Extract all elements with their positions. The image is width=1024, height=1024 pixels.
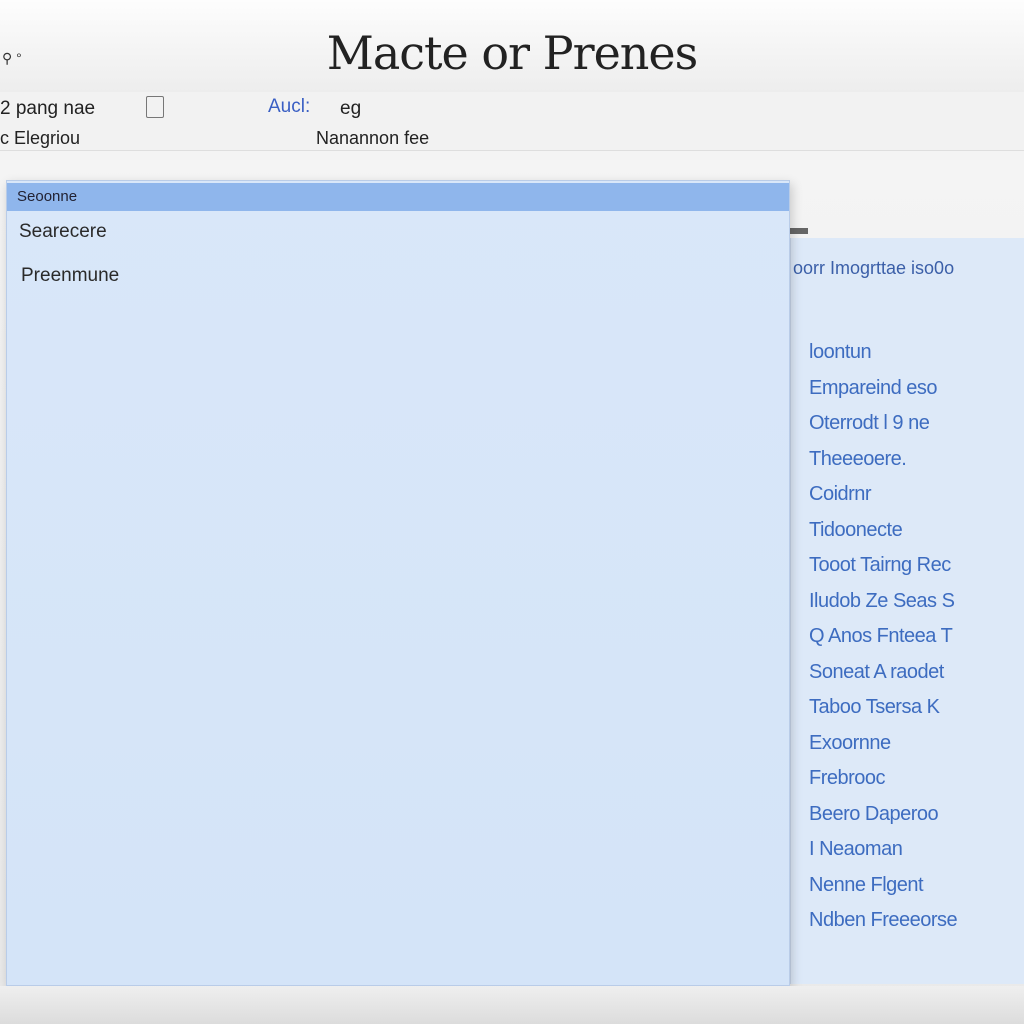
side-list-item[interactable]: I Neaoman — [809, 833, 957, 869]
document-icon[interactable] — [146, 96, 164, 118]
side-list-item[interactable]: Soneat A raodet — [809, 656, 957, 692]
main-list-panel: Seoonne Searecere Preenmune — [6, 180, 790, 986]
side-list-item[interactable]: Tooot Tairng Rec — [809, 549, 957, 585]
toolbar-item-eg[interactable]: eg — [340, 98, 361, 120]
side-list-item[interactable]: Taboo Tsersa K — [809, 691, 957, 727]
side-list-item[interactable]: Frebrooc — [809, 762, 957, 798]
side-list-item[interactable]: Coidrnr — [809, 478, 957, 514]
side-list-item[interactable]: Q Anos Fnteea T — [809, 620, 957, 656]
toolbar-item-auto[interactable]: Aucl: — [268, 96, 310, 118]
list-item-selected[interactable]: Seoonne — [7, 183, 789, 211]
side-list-item[interactable]: Tidoonecte — [809, 514, 957, 550]
side-list-item[interactable]: Iludob Ze Seas S — [809, 585, 957, 621]
side-list-item[interactable]: Nenne Flgent — [809, 869, 957, 905]
list-item[interactable]: Preenmune — [7, 265, 789, 291]
side-list-item[interactable]: Beero Daperoo — [809, 798, 957, 834]
side-list-item[interactable]: Oterrodt l 9 ne — [809, 407, 957, 443]
window-title: Macte or Prenes — [326, 26, 699, 80]
toolbar-label-description: c Elegriou — [0, 128, 81, 148]
side-panel-list: loontun Empareind eso Oterrodt l 9 ne Th… — [809, 336, 958, 940]
side-panel-heading: oorr Imogrttae iso0o — [793, 258, 955, 278]
toolbar: 2 pang nae Aucl: eg c Elegriou Nanannon … — [0, 92, 1024, 151]
side-list-item[interactable]: Exoornne — [809, 727, 957, 763]
side-list-item[interactable]: Empareind eso — [809, 372, 957, 408]
side-panel: oorr Imogrttae iso0o loontun Empareind e… — [790, 238, 1024, 984]
list-item[interactable]: Searecere — [7, 221, 789, 247]
panel-resize-handle[interactable] — [790, 228, 808, 234]
side-list-item[interactable]: Ndben Freeeorse — [809, 904, 958, 940]
toolbar-item-page-name[interactable]: 2 pang nae — [0, 98, 95, 120]
toolbar-label-name: Nanannon fee — [316, 128, 430, 148]
side-list-item[interactable]: Theeeoere. — [809, 443, 957, 479]
bottom-bar — [0, 986, 1024, 1024]
side-list-item[interactable]: loontun — [809, 336, 957, 372]
app-window: ⚲ ° Macte or Prenes 2 pang nae Aucl: eg … — [0, 0, 1024, 1024]
title-bar: ⚲ ° Macte or Prenes — [0, 0, 1024, 92]
